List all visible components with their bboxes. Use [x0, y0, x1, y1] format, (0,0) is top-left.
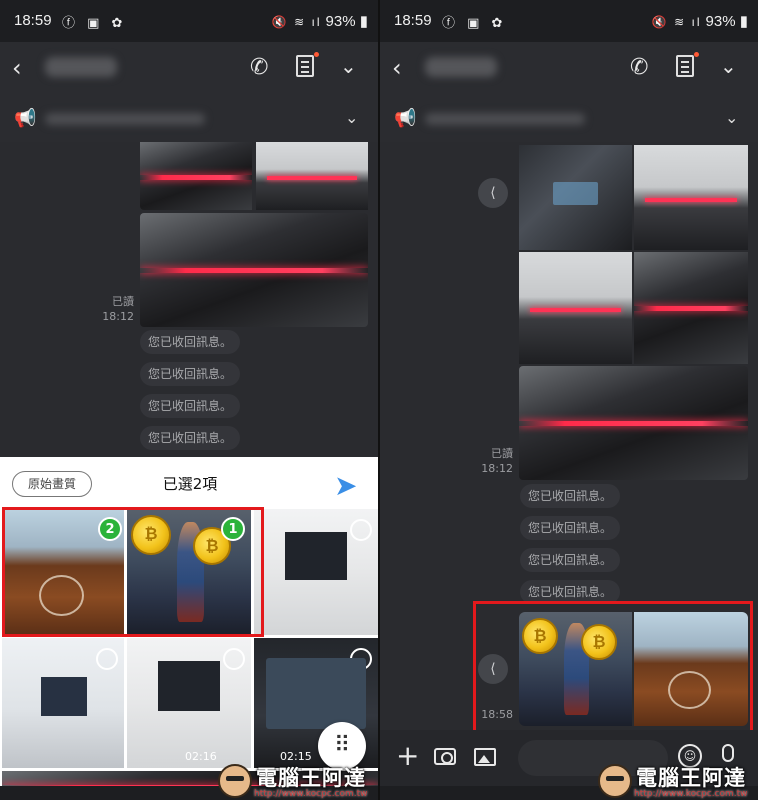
highlight-box [2, 507, 264, 637]
gallery-photo-room[interactable] [2, 638, 124, 768]
selected-count: 已選2項 [162, 475, 218, 493]
status-bar: 18:59 ⓕ ▣ ✿ 🔇 ≋ ıl 93% ▮ [0, 0, 378, 42]
watermark-text: 電腦王阿達 [636, 766, 746, 790]
read-time: 18:12 [481, 462, 513, 475]
phone-icon[interactable]: ✆ [250, 55, 268, 80]
watermark-url: http://www.kocpc.com.tw [254, 789, 368, 799]
share-icon[interactable]: ⟨ [478, 178, 508, 208]
notes-icon[interactable] [676, 55, 694, 77]
watermark-url: http://www.kocpc.com.tw [634, 789, 748, 799]
chevron-down-icon[interactable]: ⌄ [345, 108, 358, 127]
notes-icon[interactable] [296, 55, 314, 77]
chat-photo[interactable] [634, 145, 748, 250]
highlight-box [473, 601, 753, 736]
watermark-text: 電腦王阿達 [256, 766, 366, 790]
status-time: 18:59 [394, 12, 432, 29]
selection-bar: 原始畫質 已選2項 ➤ [0, 457, 378, 507]
selection-circle[interactable] [350, 519, 372, 541]
notification-dot [694, 52, 699, 57]
chat-header: ‹ ✆ ⌄ [380, 42, 758, 96]
recalled-message: 您已收回訊息。 [520, 516, 621, 540]
right-phone-screen: 18:59 ⓕ ▣ ✿ 🔇 ≋ ıl 93% ▮ ‹ ✆ ⌄ 📢 ⌄ ⟨ 已讀 1… [380, 0, 758, 800]
notification-dot [314, 52, 319, 57]
chat-photo[interactable] [519, 366, 748, 480]
back-arrow-icon[interactable]: ‹ [392, 54, 402, 82]
signal-icons: 🔇 ≋ ıl [651, 15, 702, 29]
chat-photo[interactable] [519, 252, 632, 364]
send-icon[interactable]: ➤ [334, 469, 357, 502]
status-time: 18:59 [14, 12, 52, 29]
gallery-photo-presentation[interactable] [254, 509, 378, 635]
announcement-text-blurred [45, 113, 205, 125]
megaphone-icon: 📢 [14, 108, 37, 129]
battery-level: 93% [325, 13, 356, 30]
announcement-bar[interactable]: 📢 ⌄ [380, 96, 758, 142]
recalled-message: 您已收回訊息。 [140, 394, 241, 418]
chevron-down-icon[interactable]: ⌄ [725, 108, 738, 127]
announcement-bar[interactable]: 📢 ⌄ [0, 96, 378, 142]
chat-photo[interactable] [140, 142, 252, 210]
chat-photo[interactable] [519, 145, 632, 250]
status-right: 🔇 ≋ ıl 93% ▮ [271, 13, 368, 30]
read-receipt: 已讀 18:12 [469, 446, 513, 476]
mic-icon[interactable] [722, 744, 734, 762]
selection-circle[interactable] [96, 648, 118, 670]
read-time: 18:12 [102, 310, 134, 323]
selection-circle[interactable] [350, 648, 372, 670]
read-label: 已讀 [112, 295, 134, 308]
recalled-message: 您已收回訊息。 [520, 548, 621, 572]
notification-icons: ⓕ ▣ ✿ [62, 16, 127, 31]
gallery-photo-stage[interactable]: 02:16 [127, 638, 251, 768]
phone-icon[interactable]: ✆ [630, 55, 648, 80]
chevron-down-icon[interactable]: ⌄ [340, 54, 357, 78]
original-quality-button[interactable]: 原始畫質 [12, 471, 92, 497]
selection-circle[interactable] [223, 648, 245, 670]
watermark-logo-icon [218, 764, 252, 798]
read-receipt: 已讀 18:12 [90, 294, 134, 324]
announcement-text-blurred [425, 113, 585, 125]
megaphone-icon: 📢 [394, 108, 417, 129]
recalled-message: 您已收回訊息。 [140, 426, 241, 450]
recalled-message: 您已收回訊息。 [520, 484, 621, 508]
camera-icon[interactable] [434, 748, 456, 765]
battery-level: 93% [705, 13, 736, 30]
chat-photo[interactable] [256, 142, 368, 210]
plus-icon[interactable]: + [396, 742, 419, 770]
status-bar: 18:59 ⓕ ▣ ✿ 🔇 ≋ ıl 93% ▮ [380, 0, 758, 42]
back-arrow-icon[interactable]: ‹ [12, 54, 22, 82]
status-right: 🔇 ≋ ıl 93% ▮ [651, 13, 748, 30]
chat-photo[interactable] [634, 252, 748, 364]
chat-photo[interactable] [140, 213, 368, 327]
notification-icons: ⓕ ▣ ✿ [442, 16, 507, 31]
contact-name-blurred [425, 57, 497, 77]
watermark-logo-icon [598, 764, 632, 798]
chat-header: ‹ ✆ ⌄ [0, 42, 378, 96]
recalled-message: 您已收回訊息。 [140, 330, 241, 354]
recalled-message: 您已收回訊息。 [140, 362, 241, 386]
chevron-down-icon[interactable]: ⌄ [720, 54, 737, 78]
read-label: 已讀 [491, 447, 513, 460]
contact-name-blurred [45, 57, 117, 77]
video-duration: 02:16 [185, 750, 217, 763]
image-icon[interactable] [474, 748, 496, 766]
signal-icons: 🔇 ≋ ıl [271, 15, 322, 29]
left-phone-screen: 18:59 ⓕ ▣ ✿ 🔇 ≋ ıl 93% ▮ ‹ ✆ ⌄ 📢 ⌄ 已讀 18:… [0, 0, 378, 800]
